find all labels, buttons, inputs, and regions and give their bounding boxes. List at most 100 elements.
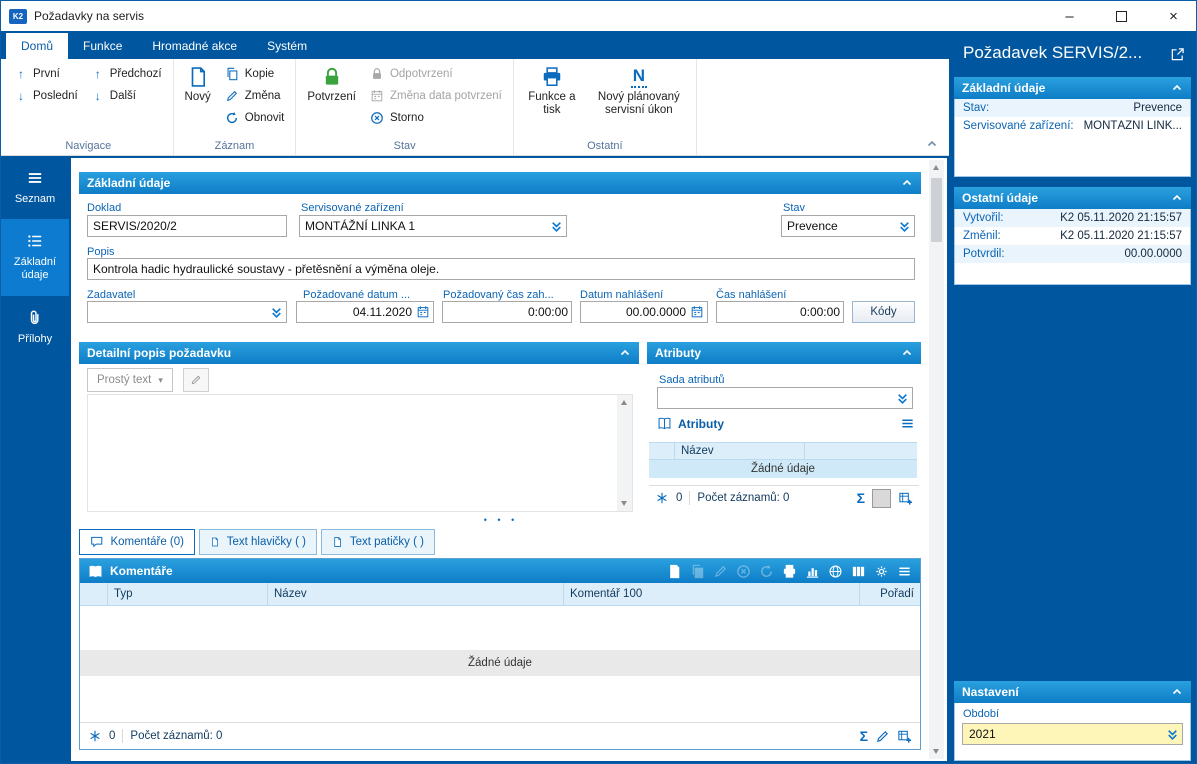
scroll-down-icon[interactable]	[617, 496, 632, 511]
first-label: První	[33, 68, 60, 80]
next-button[interactable]: ↓ Další	[86, 86, 168, 106]
tab-komentare[interactable]: Komentáře (0)	[79, 529, 195, 555]
settings-gear-icon[interactable]	[874, 564, 889, 579]
document-icon	[210, 535, 220, 549]
sidebar-label-zakladni-udaje: Základní údaje	[13, 256, 57, 282]
minimize-button[interactable]: –	[1047, 2, 1092, 31]
pencil-icon[interactable]	[875, 729, 890, 744]
change-button[interactable]: Změna	[219, 86, 291, 106]
new-label: Nový	[184, 91, 211, 103]
scroll-up-icon[interactable]	[929, 160, 944, 175]
collapse-chevron-icon[interactable]	[1171, 192, 1183, 204]
scroll-up-icon[interactable]	[617, 395, 632, 410]
menu-icon[interactable]	[897, 564, 912, 579]
column-komentar[interactable]: Komentář 100	[564, 583, 860, 605]
arrow-down-icon: ↓	[18, 89, 24, 103]
unconfirm-button[interactable]: Odpotvrzení	[364, 64, 508, 84]
confirm-button[interactable]: Potvrzení	[301, 61, 362, 104]
freeze-snowflake-icon[interactable]	[88, 729, 102, 743]
detail-text-area[interactable]	[87, 394, 633, 512]
panel-row-potvrdil: Potvrdil: 00.00.0000	[955, 245, 1190, 263]
ribbon-tab-system[interactable]: Systém	[252, 33, 322, 59]
edit-text-button[interactable]	[183, 368, 209, 392]
column-poradi[interactable]: Pořadí	[860, 583, 920, 605]
table-add-icon[interactable]	[898, 491, 913, 506]
ribbon-tab-domu[interactable]: Domů	[6, 33, 69, 59]
sidebar-item-seznam[interactable]: Seznam	[1, 156, 69, 219]
tab-text-paticky[interactable]: Text patičky ( )	[321, 529, 435, 555]
last-button[interactable]: ↓ Poslední	[9, 86, 84, 106]
right-panel: Požadavek SERVIS/2... Základní údaje Sta…	[949, 31, 1196, 763]
new-record-icon[interactable]	[667, 564, 682, 579]
tab-text-hlavicky[interactable]: Text hlavičky ( )	[199, 529, 317, 555]
columns-icon[interactable]	[851, 564, 866, 579]
sum-icon[interactable]: Σ	[857, 490, 865, 506]
zarizeni-combo[interactable]: MONTÁŽNÍ LINKA 1	[299, 215, 567, 237]
maximize-button[interactable]	[1099, 2, 1144, 31]
change-confirm-date-label: Změna data potvrzení	[389, 90, 502, 102]
sada-atributu-combo[interactable]	[657, 387, 913, 409]
scroll-down-icon[interactable]	[929, 744, 944, 759]
editor-scrollbar[interactable]	[617, 395, 632, 511]
pencil-icon	[190, 373, 202, 387]
datum-nahlaseni-field[interactable]: 00.00.0000	[580, 301, 708, 323]
collapse-chevron-icon[interactable]	[1171, 82, 1183, 94]
close-button[interactable]: ×	[1151, 2, 1196, 31]
column-typ[interactable]: Typ	[108, 583, 268, 605]
refresh-button[interactable]: Obnovit	[219, 108, 291, 128]
obdobi-combo[interactable]: 2021	[962, 723, 1183, 745]
komentare-record-count: Počet záznamů: 0	[130, 730, 223, 742]
collapse-chevron-icon[interactable]	[619, 347, 631, 359]
zadavatel-combo[interactable]	[87, 301, 287, 323]
main-scrollbar[interactable]	[929, 160, 944, 759]
new-planned-service-task-button[interactable]: N Nový plánovaný servisní úkon	[587, 61, 691, 117]
column-nazev[interactable]: Název	[675, 443, 805, 459]
table-add-icon[interactable]	[897, 729, 912, 744]
popis-input[interactable]	[87, 258, 915, 280]
komentare-grid-body[interactable]: Žádné údaje	[80, 606, 920, 722]
sum-icon[interactable]: Σ	[860, 728, 868, 744]
disabled-delete-icon	[736, 564, 751, 579]
toolbar-gray-button[interactable]	[872, 488, 891, 508]
sidebar-item-prilohy[interactable]: Přílohy	[1, 296, 69, 359]
functions-print-button[interactable]: Funkce a tisk	[519, 61, 585, 117]
calendar-icon	[690, 305, 704, 319]
atributy-frozen-count: 0	[676, 492, 683, 504]
change-confirm-date-button[interactable]: Změna data potvrzení	[364, 86, 508, 106]
prosty-text-tab[interactable]: Prostý text ▾	[87, 368, 173, 392]
cancel-record-button[interactable]: Storno	[364, 108, 508, 128]
zarizeni-label: Servisované zařízení	[301, 202, 404, 214]
print-icon[interactable]	[782, 564, 797, 579]
open-in-window-icon[interactable]	[1170, 47, 1185, 62]
refresh-icon	[225, 111, 239, 125]
collapse-chevron-icon[interactable]	[901, 347, 913, 359]
column-nazev[interactable]: Název	[268, 583, 564, 605]
chart-icon[interactable]	[805, 564, 820, 579]
previous-button[interactable]: ↑ Předchozí	[86, 64, 168, 84]
pozadovane-datum-field[interactable]: 04.11.2020	[296, 301, 434, 323]
copy-button[interactable]: Kopie	[219, 64, 291, 84]
new-button[interactable]: Nový	[179, 61, 217, 104]
globe-icon[interactable]	[828, 564, 843, 579]
comment-bubble-icon	[90, 535, 103, 549]
arrow-down-icon: ↓	[94, 89, 101, 103]
sidebar-item-zakladni-udaje[interactable]: Základní údaje	[1, 219, 69, 296]
collapse-chevron-icon[interactable]	[1171, 686, 1183, 698]
ribbon-tab-funkce[interactable]: Funkce	[68, 33, 137, 59]
splitter-handle[interactable]: • • •	[401, 515, 601, 525]
ribbon-tab-hromadne-akce[interactable]: Hromadné akce	[137, 33, 252, 59]
copy-label: Kopie	[244, 68, 275, 80]
pozadovany-cas-field[interactable]: 0:00:00	[442, 301, 572, 323]
cas-nahlaseni-field[interactable]: 0:00:00	[716, 301, 844, 323]
ribbon-collapse-icon[interactable]	[925, 138, 939, 150]
stav-combo[interactable]: Prevence	[781, 215, 915, 237]
menu-icon[interactable]	[900, 416, 915, 431]
kody-button[interactable]: Kódy	[852, 301, 915, 323]
scrollbar-thumb[interactable]	[931, 178, 942, 242]
panel-vytvoril-label: Vytvořil:	[963, 212, 1004, 224]
doklad-input[interactable]	[87, 215, 287, 237]
first-button[interactable]: ↑ První	[9, 64, 84, 84]
freeze-snowflake-icon[interactable]	[655, 491, 669, 505]
atributy-grid-title: Atributy	[678, 416, 724, 431]
collapse-chevron-icon[interactable]	[901, 177, 913, 189]
